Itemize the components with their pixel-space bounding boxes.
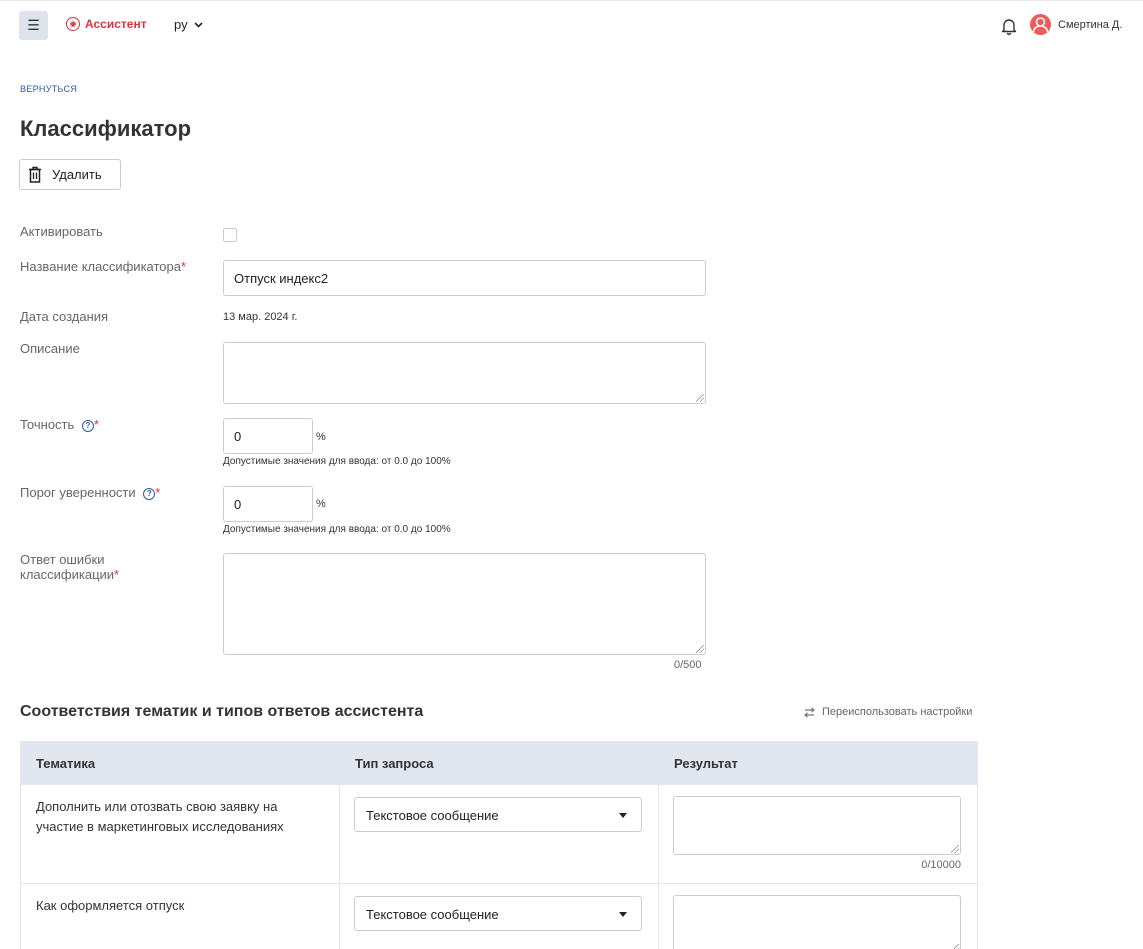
result-char-counter: 0/10000	[921, 859, 961, 871]
request-type-value: Текстовое сообщение	[366, 808, 499, 823]
swap-icon	[804, 706, 815, 718]
notification-bell-icon[interactable]	[999, 16, 1019, 36]
error-response-label: Ответ ошибки классификации*	[20, 552, 119, 582]
table-row: Дополнить или отозвать свою заявку на уч…	[21, 784, 977, 883]
activate-label: Активировать	[20, 224, 103, 239]
topic-cell: Как оформляется отпуск	[21, 884, 340, 949]
brand-name: Ассистент	[85, 17, 147, 31]
hamburger-icon: ☰	[27, 17, 40, 33]
threshold-hint: Допустимые значения для ввода: от 0.0 до…	[223, 524, 451, 535]
request-type-cell: Текстовое сообщение	[340, 785, 659, 883]
result-textarea[interactable]	[673, 895, 961, 949]
column-header-request-type: Тип запроса	[355, 756, 434, 771]
result-textarea[interactable]	[673, 796, 961, 855]
result-cell: 0/10000	[659, 785, 977, 883]
name-label: Название классификатора*	[20, 259, 186, 274]
mapping-table: Тематика Тип запроса Результат Дополнить…	[20, 741, 978, 949]
delete-button-label: Удалить	[52, 167, 102, 182]
accuracy-label-text: Точность	[20, 417, 75, 432]
dropdown-arrow-icon	[619, 813, 627, 818]
request-type-select[interactable]: Текстовое сообщение	[354, 797, 642, 832]
dropdown-arrow-icon	[619, 912, 627, 917]
accuracy-hint: Допустимые значения для ввода: от 0.0 до…	[223, 456, 451, 467]
resize-handle[interactable]	[951, 845, 959, 853]
error-label-line2: классификации	[20, 567, 115, 582]
request-type-value: Текстовое сообщение	[366, 907, 499, 922]
topic-cell: Дополнить или отозвать свою заявку на уч…	[21, 785, 340, 883]
name-label-text: Название классификатора	[20, 259, 181, 274]
required-mark: *	[114, 567, 120, 582]
classifier-name-input[interactable]	[223, 260, 706, 296]
threshold-label-text: Порог уверенности	[20, 485, 136, 500]
required-mark: *	[181, 259, 187, 274]
error-label-line1: Ответ ошибки	[20, 552, 105, 567]
mapping-section-title: Соответствия тематик и типов ответов асс…	[20, 703, 424, 720]
error-response-textarea[interactable]	[223, 553, 706, 655]
resize-handle[interactable]	[951, 944, 959, 949]
activate-checkbox[interactable]	[223, 228, 237, 242]
request-type-select[interactable]: Текстовое сообщение	[354, 896, 642, 931]
threshold-label: Порог уверенности ? *	[20, 485, 160, 500]
reuse-settings-label: Переиспользовать настройки	[822, 706, 973, 718]
threshold-input[interactable]	[223, 486, 313, 522]
table-row: Как оформляется отпуск Текстовое сообщен…	[21, 883, 977, 949]
hamburger-menu-button[interactable]: ☰	[19, 11, 48, 40]
created-date-label: Дата создания	[20, 309, 109, 324]
brand-logo[interactable]: ◉ Ассистент	[66, 17, 147, 31]
help-icon[interactable]: ?	[143, 487, 156, 500]
accuracy-label: Точность ? *	[20, 417, 99, 432]
error-char-counter: 0/500	[674, 659, 702, 671]
resize-handle[interactable]	[696, 394, 704, 402]
description-textarea[interactable]	[223, 342, 706, 404]
back-link[interactable]: ВЕРНУТЬСЯ	[20, 84, 77, 94]
threshold-unit: %	[316, 498, 326, 510]
accuracy-unit: %	[316, 431, 326, 443]
request-type-cell: Текстовое сообщение	[340, 884, 659, 949]
column-header-topic: Тематика	[36, 756, 96, 771]
assistant-icon: ◉	[66, 17, 80, 31]
accuracy-input[interactable]	[223, 418, 313, 454]
table-header: Тематика Тип запроса Результат	[21, 742, 977, 784]
delete-button[interactable]: Удалить	[19, 159, 121, 190]
reuse-settings-link[interactable]: Переиспользовать настройки	[803, 706, 972, 718]
description-label: Описание	[20, 341, 80, 356]
created-date-value: 13 мар. 2024 г.	[223, 311, 298, 323]
topic-text: Дополнить или отозвать свою заявку на уч…	[36, 799, 284, 834]
required-mark: *	[93, 417, 99, 432]
topic-text: Как оформляется отпуск	[36, 898, 185, 913]
required-mark: *	[155, 485, 161, 500]
resize-handle[interactable]	[696, 645, 704, 653]
chevron-down-icon	[194, 21, 203, 28]
language-value: ру	[174, 17, 188, 32]
page-title: Классификатор	[20, 116, 192, 141]
result-cell	[659, 884, 977, 949]
help-icon[interactable]: ?	[81, 419, 94, 432]
user-icon	[1032, 17, 1049, 33]
column-header-result: Результат	[674, 756, 738, 771]
language-selector[interactable]: ру	[174, 17, 203, 32]
user-name[interactable]: Смертина Д.	[1058, 19, 1122, 31]
avatar[interactable]	[1030, 14, 1051, 35]
top-bar: ☰ ◉ Ассистент ру Смертина Д.	[0, 0, 1143, 48]
trash-icon	[29, 166, 41, 183]
